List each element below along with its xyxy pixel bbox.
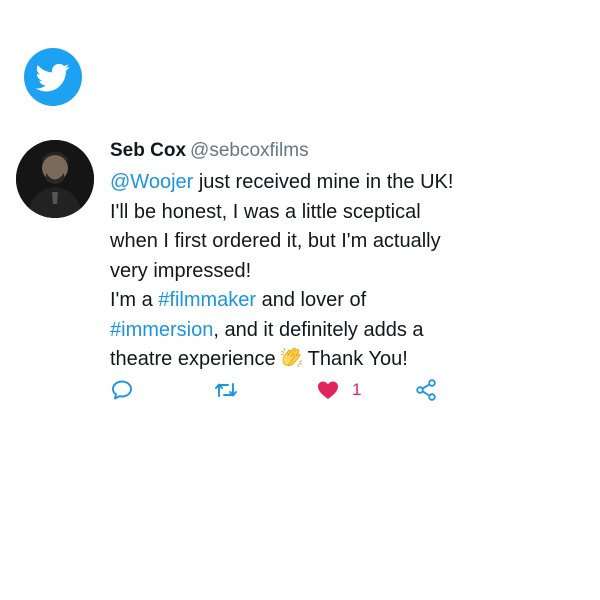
tweet-content: Seb Cox @sebcoxfilms @Woojer just receive… [110,138,580,375]
clapping-hands-emoji [280,345,304,369]
tweet-line-1: @Woojer just received mine in the UK! [110,168,580,198]
hashtag-filmmaker-link[interactable]: #filmmaker [158,289,256,311]
tweet-line-7: theatre experience Thank You! [110,345,580,375]
tweet-actions: 1 [110,376,450,406]
like-button[interactable]: 1 [316,376,361,404]
author-handle[interactable]: @sebcoxfilms [190,140,309,161]
tweet-text-segment: just received mine in the UK! [193,171,454,193]
tweet-line-3: when I first ordered it, but I'm actuall… [110,230,441,252]
tweet-line-6: #immersion, and it definitely adds a [110,316,580,346]
tweet-text-segment: I'm a [110,289,159,311]
tweet-text-segment: , and it definitely adds a [213,318,424,341]
tweet-line-4: very impressed! [110,259,252,282]
author-line: Seb Cox @sebcoxfilms [110,138,580,164]
tweet-text-segment: theatre experience [110,348,276,370]
tweet-text-segment: Thank You! [307,348,408,370]
avatar[interactable] [16,140,94,218]
tweet-text: @Woojer just received mine in the UK! I'… [110,168,580,375]
like-count: 1 [352,380,362,399]
share-icon [416,379,436,401]
tweet-line-5: I'm a #filmmaker and lover of [110,286,580,316]
retweet-button[interactable] [214,376,238,404]
tweet-card: Seb Cox @sebcoxfilms @Woojer just receive… [0,0,600,600]
retweet-icon [215,383,237,397]
reply-button[interactable] [110,376,134,404]
twitter-bird-icon [24,48,82,106]
tweet-text-segment: and lover of [256,289,367,311]
tweet-line-2: I'll be honest, I was a little sceptical [110,200,421,223]
mention-link[interactable]: @Woojer [110,171,193,193]
share-button[interactable] [414,376,438,404]
heart-icon [318,381,338,399]
reply-icon [112,380,132,400]
author-name[interactable]: Seb Cox [110,140,186,161]
hashtag-immersion-link[interactable]: #immersion [110,319,213,341]
